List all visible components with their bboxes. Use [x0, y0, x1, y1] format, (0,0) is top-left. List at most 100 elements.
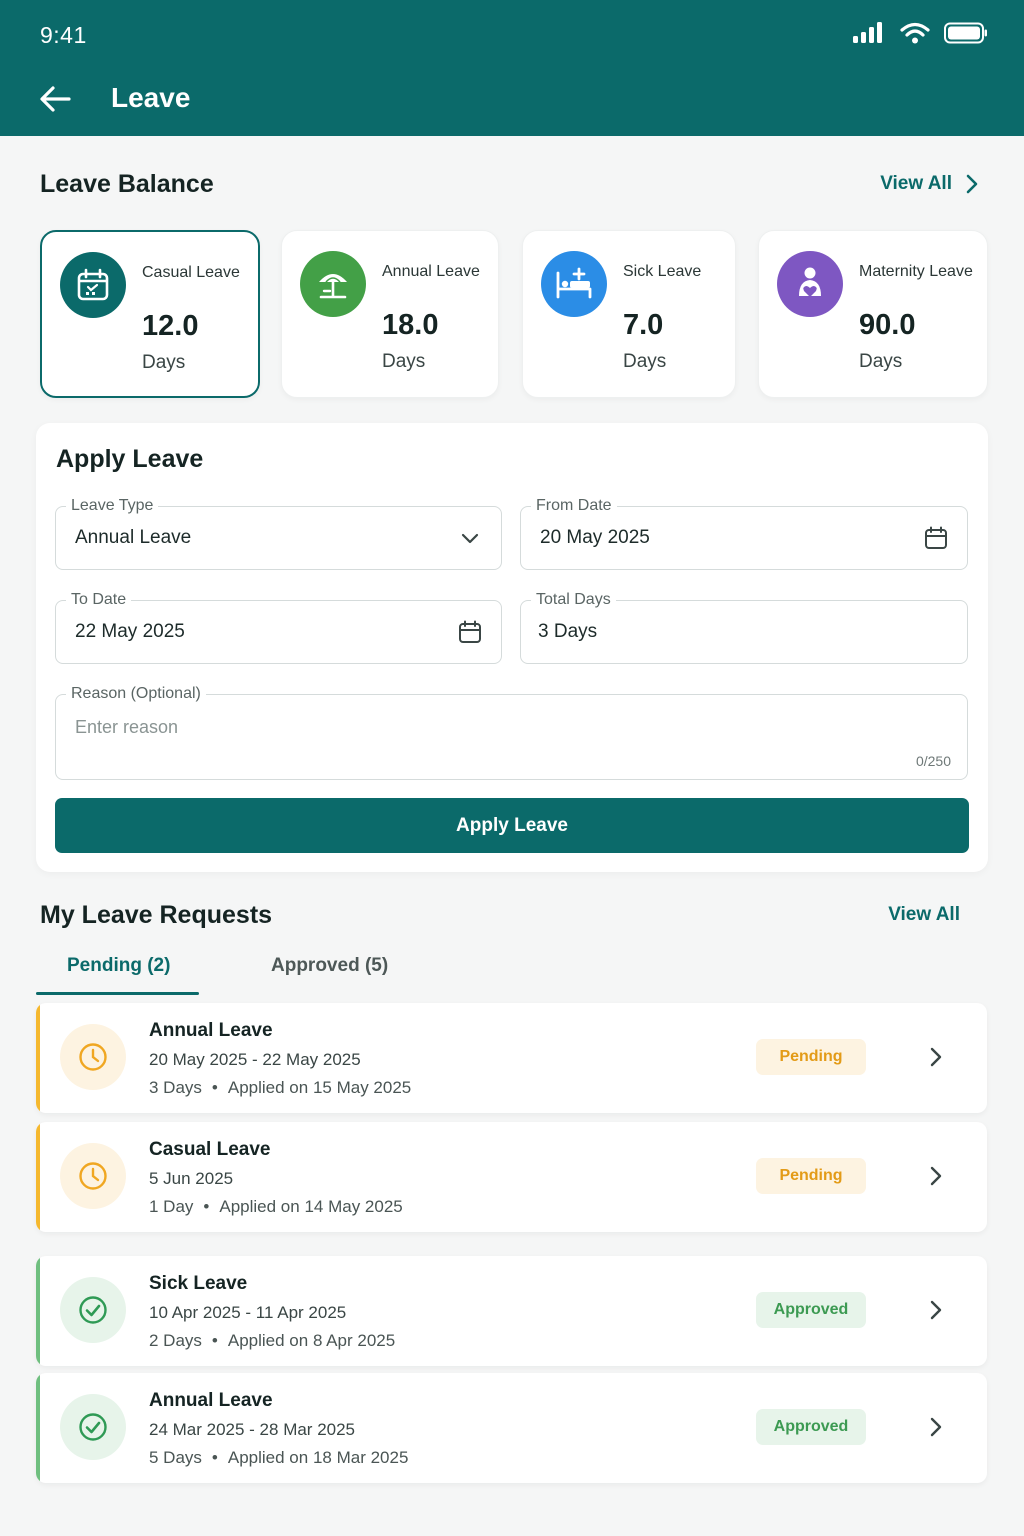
calendar-icon	[60, 252, 126, 318]
hospital-bed-icon	[541, 251, 607, 317]
clock-icon	[60, 1143, 126, 1209]
request-meta: 5 Days • Applied on 18 Mar 2025	[149, 1448, 408, 1468]
meta-separator: •	[211, 1078, 218, 1097]
status-accent-bar	[36, 1003, 40, 1113]
page-title: Leave	[111, 82, 191, 113]
mother-baby-icon	[777, 251, 843, 317]
chevron-right-icon	[927, 1298, 945, 1322]
meta-separator: •	[211, 1448, 218, 1467]
calendar-icon[interactable]	[923, 525, 949, 551]
balance-value: 18.0	[382, 309, 439, 341]
request-meta: 3 Days • Applied on 15 May 2025	[149, 1078, 411, 1098]
to-date-field[interactable]: To Date 22 May 2025	[55, 589, 502, 664]
apply-leave-button[interactable]: Apply Leave	[55, 798, 969, 853]
active-tab-indicator	[36, 992, 199, 995]
balance-value: 7.0	[623, 309, 664, 341]
beach-umbrella-icon	[300, 251, 366, 317]
leave-request-item[interactable]: Sick Leave 10 Apr 2025 - 11 Apr 2025 2 D…	[36, 1256, 987, 1366]
to-date-value: 22 May 2025	[75, 621, 185, 642]
check-circle-icon	[60, 1394, 126, 1460]
balance-label: Sick Leave	[623, 263, 702, 280]
request-applied-on: Applied on 18 Mar 2025	[227, 1448, 409, 1467]
battery-icon	[944, 22, 987, 44]
request-dates: 10 Apr 2025 - 11 Apr 2025	[149, 1303, 347, 1322]
view-all-label: View All	[888, 904, 960, 925]
request-title: Annual Leave	[149, 1020, 273, 1041]
tab-approved[interactable]: Approved (5)	[271, 955, 388, 977]
request-days: 2 Days	[149, 1331, 202, 1350]
my-leave-requests-title: My Leave Requests	[40, 901, 273, 929]
leave-type-label: Leave Type	[66, 495, 159, 517]
balance-unit: Days	[859, 351, 903, 372]
check-circle-icon	[60, 1277, 126, 1343]
leave-request-item[interactable]: Annual Leave 20 May 2025 - 22 May 2025 3…	[36, 1003, 987, 1113]
reason-input[interactable]: Reason (Optional) Enter reason 0/250	[55, 683, 968, 780]
leave-request-item[interactable]: Casual Leave 5 Jun 2025 1 Day • Applied on…	[36, 1122, 987, 1232]
chevron-down-icon	[457, 525, 483, 551]
chevron-right-icon	[927, 1164, 945, 1188]
to-date-label: To Date	[66, 589, 132, 611]
balance-label: Annual Leave	[382, 263, 480, 280]
request-meta: 2 Days • Applied on 8 Apr 2025	[149, 1331, 395, 1351]
balance-unit: Days	[382, 351, 426, 372]
meta-separator: •	[211, 1331, 218, 1350]
meta-separator: •	[203, 1197, 210, 1216]
apply-leave-title: Apply Leave	[56, 445, 204, 473]
status-time: 9:41	[40, 22, 87, 48]
clock-icon	[60, 1024, 126, 1090]
requests-view-all-link[interactable]: View All	[888, 904, 960, 926]
status-accent-bar	[36, 1122, 40, 1232]
request-applied-on: Applied on 15 May 2025	[227, 1078, 412, 1097]
chevron-right-icon	[927, 1045, 945, 1069]
request-title: Casual Leave	[149, 1139, 271, 1160]
balance-label: Casual Leave	[142, 264, 240, 281]
status-icons	[852, 22, 988, 44]
balance-card-annual[interactable]: Annual Leave 18.0 Days	[281, 230, 499, 398]
total-days-value: 3 Days	[538, 621, 598, 642]
from-date-field[interactable]: From Date 20 May 2025	[520, 495, 968, 570]
request-dates: 20 May 2025 - 22 May 2025	[149, 1050, 361, 1069]
request-title: Annual Leave	[149, 1390, 273, 1411]
total-days-field: Total Days 3 Days	[520, 589, 968, 664]
status-badge: Approved	[756, 1409, 866, 1445]
view-all-label: View All	[880, 173, 952, 194]
request-days: 3 Days	[149, 1078, 202, 1097]
status-badge: Pending	[756, 1158, 866, 1194]
leave-type-value: Annual Leave	[75, 527, 192, 548]
balance-label: Maternity Leave	[859, 263, 973, 280]
leave-type-select[interactable]: Leave Type Annual Leave	[55, 495, 502, 570]
request-dates: 24 Mar 2025 - 28 Mar 2025	[149, 1420, 356, 1439]
chevron-right-icon	[927, 1415, 945, 1439]
from-date-label: From Date	[531, 495, 617, 517]
balance-value: 90.0	[859, 309, 916, 341]
status-accent-bar	[36, 1256, 40, 1366]
tab-pending[interactable]: Pending (2)	[67, 955, 170, 977]
request-meta: 1 Day • Applied on 14 May 2025	[149, 1197, 403, 1217]
leave-balance-title: Leave Balance	[40, 170, 214, 198]
status-badge: Pending	[756, 1039, 866, 1075]
apply-leave-card: Apply Leave Leave Type Annual Leave From…	[36, 423, 988, 872]
balance-view-all-link[interactable]: View All	[880, 173, 978, 195]
request-days: 5 Days	[149, 1448, 202, 1467]
signal-icon	[853, 22, 882, 43]
back-button[interactable]	[36, 80, 74, 118]
total-days-label: Total Days	[531, 589, 616, 611]
request-applied-on: Applied on 14 May 2025	[219, 1197, 403, 1216]
calendar-icon[interactable]	[457, 619, 483, 645]
status-accent-bar	[36, 1373, 40, 1483]
balance-unit: Days	[623, 351, 667, 372]
request-dates: 5 Jun 2025	[149, 1169, 234, 1188]
from-date-value: 20 May 2025	[540, 527, 650, 548]
chevron-right-icon	[966, 174, 978, 194]
reason-label: Reason (Optional)	[66, 683, 206, 705]
balance-card-sick[interactable]: Sick Leave 7.0 Days	[522, 230, 736, 398]
request-applied-on: Applied on 8 Apr 2025	[227, 1331, 396, 1350]
reason-placeholder: Enter reason	[75, 717, 179, 737]
reason-char-counter: 0/250	[915, 753, 951, 769]
app-header: 9:41 Leave	[0, 0, 1024, 136]
request-title: Sick Leave	[149, 1273, 248, 1294]
balance-card-maternity[interactable]: Maternity Leave 90.0 Days	[758, 230, 988, 398]
balance-card-casual[interactable]: Casual Leave 12.0 Days	[40, 230, 260, 398]
arrow-left-icon	[40, 86, 71, 112]
leave-request-item[interactable]: Annual Leave 24 Mar 2025 - 28 Mar 2025 5…	[36, 1373, 987, 1483]
